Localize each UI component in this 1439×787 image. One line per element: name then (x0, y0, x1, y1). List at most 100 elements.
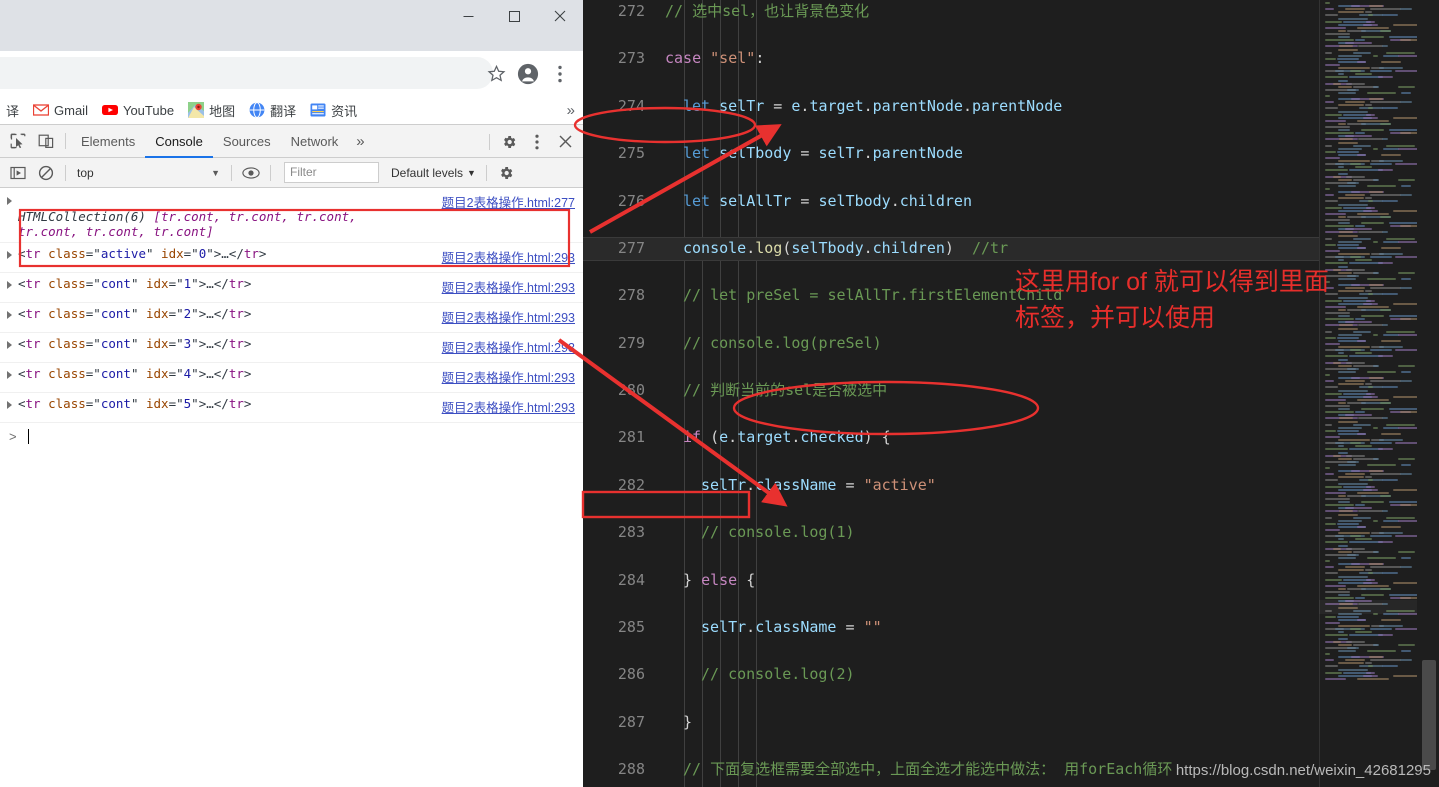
live-expression-icon[interactable] (237, 160, 265, 186)
code-line[interactable]: 282 selTr.className = "active" (583, 474, 1319, 498)
execute-sidebar-icon[interactable] (4, 160, 32, 186)
scrollbar-thumb[interactable] (1422, 660, 1436, 770)
device-toolbar-icon[interactable] (32, 128, 60, 154)
minimap-line (1338, 184, 1356, 187)
minimap-line (1325, 20, 1342, 23)
bookmark-item-news[interactable]: 资讯 (303, 98, 364, 123)
console-row-collection[interactable]: 题目2表格操作.html:277 HTMLCollection(6) [tr.c… (0, 189, 583, 243)
code-line[interactable]: 276 let selAllTr = selTbody.children (583, 190, 1319, 214)
editor-minimap[interactable] (1319, 0, 1417, 787)
code-line[interactable]: 275 let selTbody = selTr.parentNode (583, 142, 1319, 166)
profile-avatar-icon[interactable] (513, 59, 543, 89)
settings-gear-icon[interactable] (495, 129, 523, 155)
console-row-node[interactable]: 题目2表格操作.html:293 <tr class="cont" idx="2… (0, 303, 583, 333)
minimap-line (1346, 640, 1365, 643)
chrome-menu-icon[interactable] (545, 59, 575, 89)
tabs-overflow-icon[interactable]: » (348, 125, 372, 158)
console-source-link[interactable]: 题目2表格操作.html:293 (442, 277, 575, 296)
bookmark-item-maps[interactable]: 地图 (181, 98, 242, 123)
bookmarks-overflow-icon[interactable]: » (567, 102, 575, 119)
expand-arrow-icon[interactable] (7, 251, 12, 259)
bookmark-item-0[interactable]: 译 (6, 98, 26, 123)
code-lines-container[interactable]: 272 // 选中sel，也让背景色变化 273 case "sel": 274 let … (583, 0, 1319, 787)
minimap-line (1338, 637, 1348, 640)
code-token: selAllTr (719, 191, 792, 210)
code-line[interactable]: 286 // console.log(2) (583, 663, 1319, 687)
expand-arrow-icon[interactable] (7, 341, 12, 349)
console-messages[interactable]: 题目2表格操作.html:277 HTMLCollection(6) [tr.c… (0, 189, 583, 787)
google-news-icon (310, 102, 326, 118)
console-row-node[interactable]: 题目2表格操作.html:293 <tr class="active" idx=… (0, 243, 583, 273)
maximize-icon[interactable] (491, 0, 537, 32)
expand-arrow-icon[interactable] (7, 281, 12, 289)
devtools-right-actions (484, 125, 579, 158)
code-line[interactable]: 273 case "sel": (583, 47, 1319, 71)
minimap-line (1325, 380, 1334, 383)
code-token: let (683, 191, 711, 210)
code-line[interactable]: 283 // console.log(1) (583, 521, 1319, 545)
console-source-link[interactable]: 题目2表格操作.html:293 (442, 247, 575, 266)
editor-scrollbar[interactable] (1417, 0, 1439, 787)
minimap-line (1338, 203, 1368, 206)
minimap-line (1383, 519, 1399, 522)
console-row-node[interactable]: 题目2表格操作.html:293 <tr class="cont" idx="1… (0, 273, 583, 303)
minimap-line (1361, 36, 1384, 39)
filter-input[interactable]: Filter (284, 162, 379, 183)
minimap-line (1338, 141, 1358, 144)
line-text: // 选中sel，也让背景色变化 (665, 0, 869, 24)
expand-arrow-icon[interactable] (7, 401, 12, 409)
minimap-line (1346, 175, 1365, 178)
code-line[interactable]: 274 let selTr = e.target.parentNode.paren… (583, 95, 1319, 119)
code-line[interactable]: 285 selTr.className = "" (583, 616, 1319, 640)
tab-console[interactable]: Console (145, 125, 213, 158)
minimap-line (1338, 370, 1356, 373)
code-line[interactable]: 287} (583, 711, 1319, 735)
console-source-link[interactable]: 题目2表格操作.html:293 (442, 367, 575, 386)
console-source-link[interactable]: 题目2表格操作.html:293 (442, 307, 575, 326)
execution-context-select[interactable]: top ▼ (71, 162, 226, 184)
expand-arrow-icon[interactable] (7, 311, 12, 319)
log-levels-select[interactable]: Default levels ▼ (391, 166, 476, 180)
console-row-node[interactable]: 题目2表格操作.html:293 <tr class="cont" idx="4… (0, 363, 583, 393)
console-prompt[interactable]: > (0, 423, 583, 449)
code-token: . (890, 191, 900, 210)
address-bar-input[interactable] (0, 57, 493, 89)
inspect-element-icon[interactable] (4, 128, 32, 154)
tab-sources[interactable]: Sources (213, 125, 281, 158)
console-row-node[interactable]: 题目2表格操作.html:293 <tr class="cont" idx="5… (0, 393, 583, 423)
expand-arrow-icon[interactable] (7, 371, 12, 379)
bookmark-item-translate[interactable]: 翻译 (242, 98, 303, 123)
console-source-link[interactable]: 题目2表格操作.html:293 (442, 397, 575, 416)
code-line[interactable]: 281 if (e.target.checked) { (583, 426, 1319, 450)
console-source-link[interactable]: 题目2表格操作.html:277 (442, 192, 575, 211)
bookmark-item-youtube[interactable]: YouTube (95, 99, 181, 121)
bookmark-item-gmail[interactable]: Gmail (26, 99, 95, 121)
expand-arrow-icon[interactable] (7, 197, 12, 205)
minimap-line (1378, 76, 1393, 79)
clear-console-icon[interactable] (32, 160, 60, 186)
code-line[interactable]: 272 // 选中sel，也让背景色变化 (583, 0, 1319, 24)
code-line[interactable]: 280 // 判断当前的sel是否被选中 (583, 379, 1319, 403)
minimap-line (1325, 119, 1346, 122)
star-icon[interactable] (481, 59, 511, 89)
code-line[interactable]: 277 console.log(selTbody.children) //tr (583, 236, 1319, 261)
console-settings-icon[interactable] (492, 160, 520, 186)
minimap-line (1367, 370, 1396, 373)
collection-label: HTMLCollection(6) (18, 209, 154, 224)
minimap-line (1389, 129, 1417, 132)
minimap-line (1347, 181, 1359, 184)
tab-network[interactable]: Network (281, 125, 349, 158)
minimize-icon[interactable] (445, 0, 491, 32)
more-vertical-icon[interactable] (523, 129, 551, 155)
close-icon[interactable] (537, 0, 583, 32)
minimap-line (1357, 153, 1366, 156)
minimap-line (1338, 594, 1350, 597)
code-line[interactable]: 284} else { (583, 569, 1319, 593)
console-source-link[interactable]: 题目2表格操作.html:293 (442, 337, 575, 356)
tab-elements[interactable]: Elements (71, 125, 145, 158)
minimap-line (1338, 631, 1344, 634)
console-row-node[interactable]: 题目2表格操作.html:293 <tr class="cont" idx="3… (0, 333, 583, 363)
close-devtools-icon[interactable] (551, 129, 579, 155)
minimap-slider[interactable] (1319, 600, 1417, 614)
minimap-line (1357, 212, 1389, 215)
